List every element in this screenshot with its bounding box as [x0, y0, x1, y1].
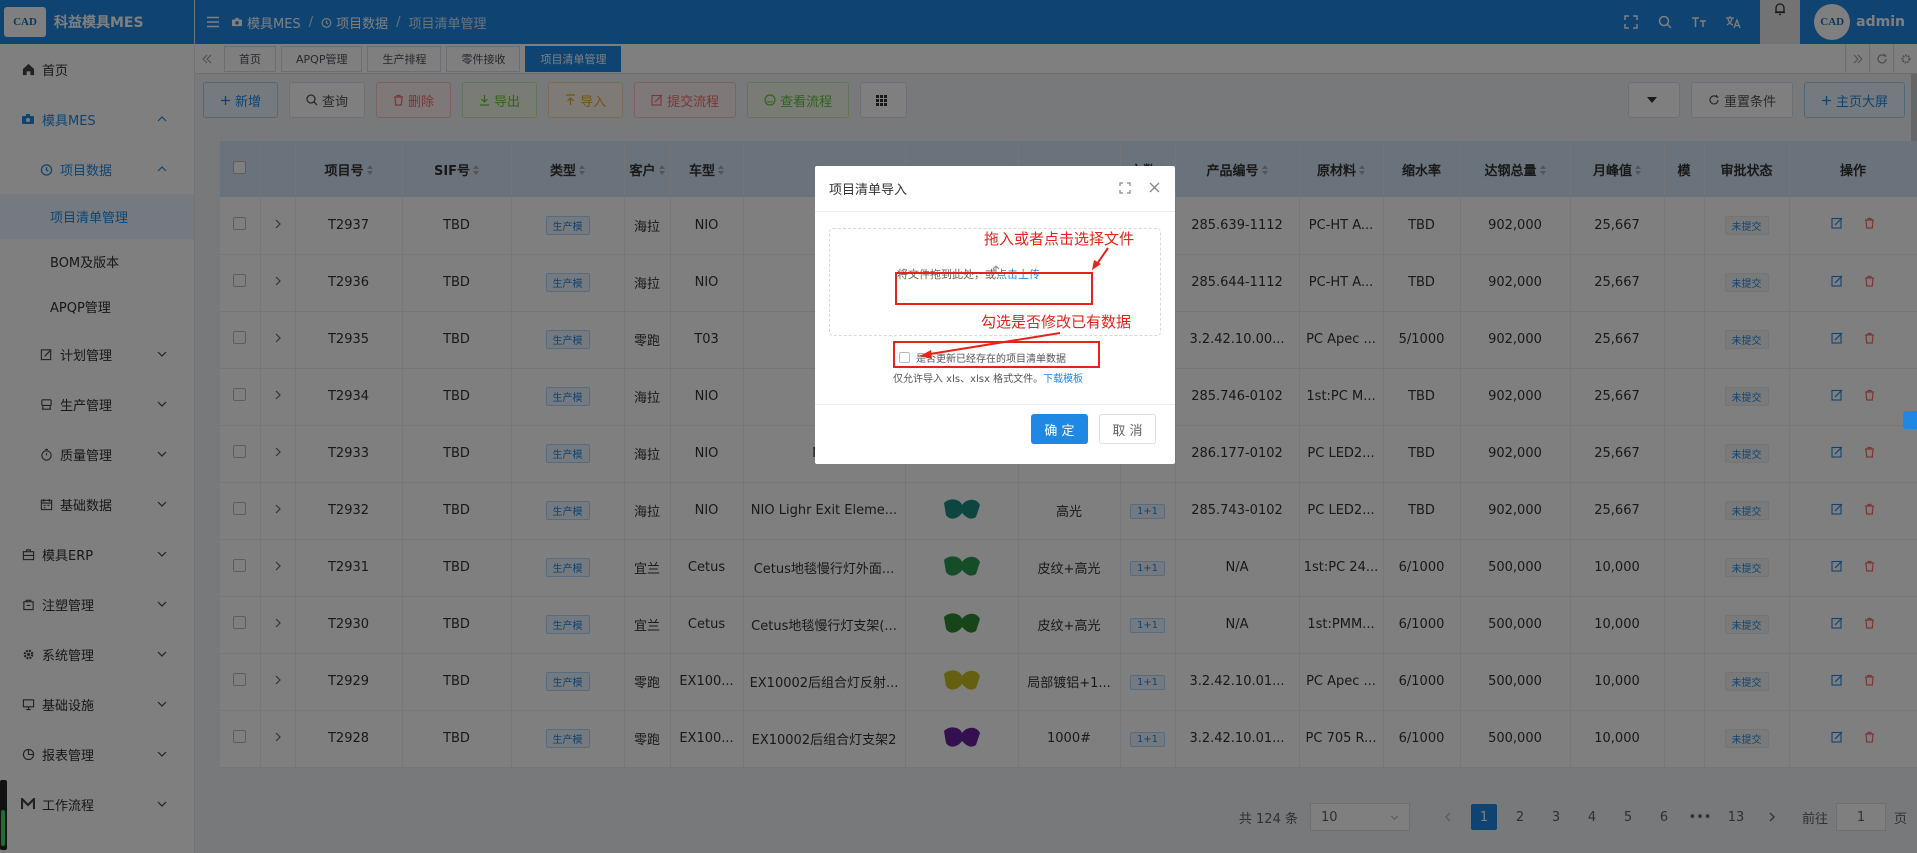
dialog-header: 项目清单导入 — [815, 166, 1175, 212]
cancel-button[interactable]: 取 消 — [1099, 414, 1156, 444]
settings-float-icon[interactable] — [1903, 411, 1917, 429]
annotation-drag-hint: 拖入或者点击选择文件 — [984, 230, 1135, 248]
close-icon[interactable] — [1149, 182, 1160, 197]
annotation-check-hint: 勾选是否修改已有数据 — [981, 313, 1132, 331]
confirm-button[interactable]: 确 定 — [1031, 414, 1088, 444]
download-template-link[interactable]: 下载模板 — [1043, 374, 1083, 385]
annotation-box-checkbox — [893, 341, 1100, 368]
annotation-box-upload — [895, 272, 1093, 305]
format-hint: 仅允许导入 xls、xlsx 格式文件。下载模板 — [893, 374, 1084, 385]
dialog-title: 项目清单导入 — [829, 183, 908, 198]
maximize-icon[interactable] — [1119, 182, 1131, 198]
